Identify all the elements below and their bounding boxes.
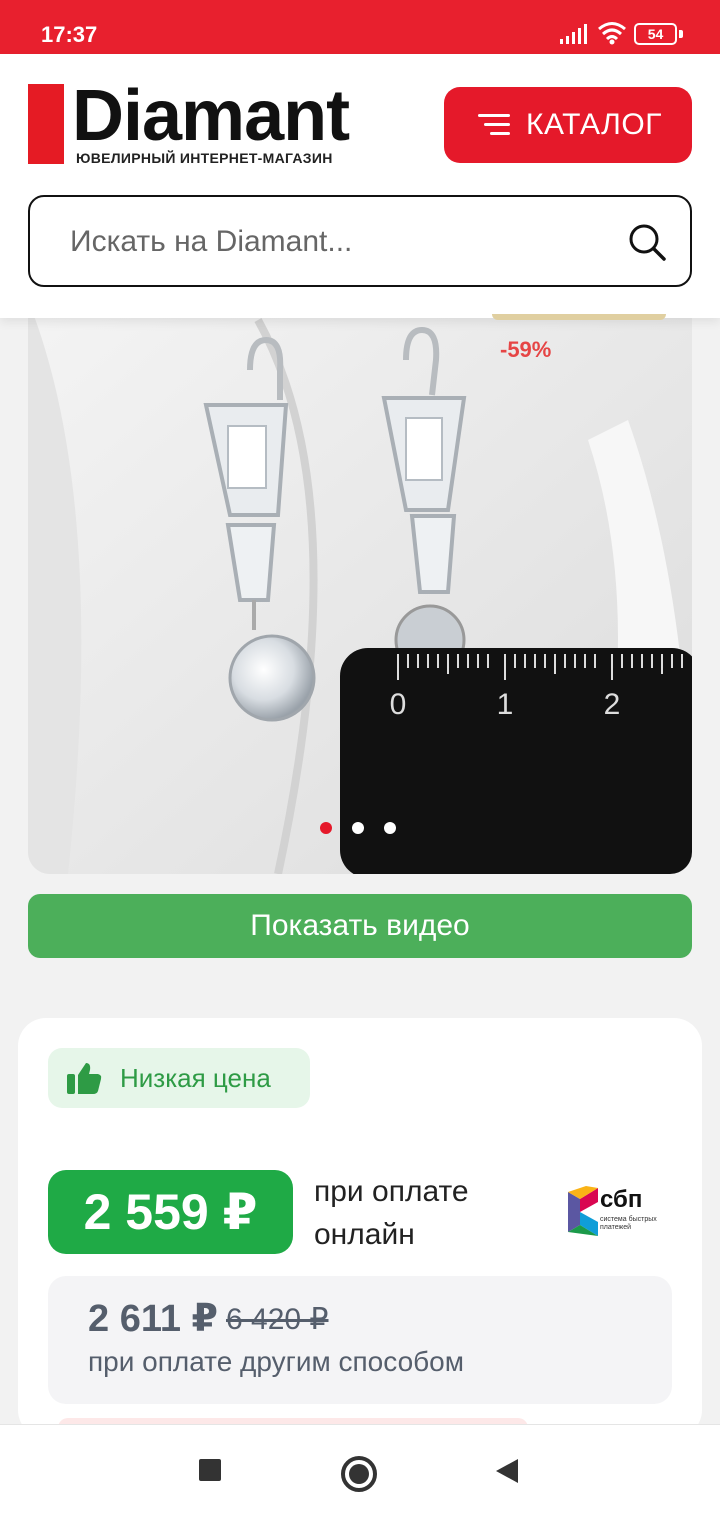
system-nav-bar	[0, 1424, 720, 1520]
catalog-button[interactable]: КАТАЛОГ	[444, 87, 692, 163]
discount-badge: -59%	[500, 337, 552, 362]
low-price-label: Низкая цена	[120, 1062, 271, 1093]
carousel-dot[interactable]	[352, 822, 364, 834]
low-price-badge: Низкая цена	[48, 1048, 310, 1108]
online-price-label: при оплате онлайн	[314, 1175, 469, 1251]
signal-icon	[560, 24, 587, 44]
sbp-logo: сбп система быстрых платежей	[566, 1184, 676, 1240]
site-header: Diamant ЮВЕЛИРНЫЙ ИНТЕРНЕТ-МАГАЗИН КАТАЛ…	[0, 54, 720, 318]
logo-word: Diamant	[72, 76, 350, 156]
discount-strip	[492, 314, 666, 320]
status-bar: 17:37 54	[0, 0, 720, 54]
back-button[interactable]	[496, 1459, 518, 1483]
other-price: 2 611 ₽	[88, 1298, 218, 1340]
logo-tagline: ЮВЕЛИРНЫЙ ИНТЕРНЕТ-МАГАЗИН	[76, 150, 333, 166]
catalog-label: КАТАЛОГ	[526, 108, 662, 141]
thumbs-up-icon	[67, 1063, 102, 1094]
wifi-icon	[598, 22, 626, 45]
menu-icon	[474, 112, 511, 138]
recent-apps-button[interactable]	[199, 1459, 221, 1481]
logo-red-bar	[28, 84, 64, 164]
ruler-mark-1: 1	[497, 688, 514, 721]
search-input[interactable]	[70, 217, 630, 267]
carousel-dots[interactable]	[320, 822, 396, 834]
online-price: 2 559 ₽	[48, 1170, 293, 1254]
carousel-dot[interactable]	[320, 822, 332, 834]
old-price: 6 420 ₽	[226, 1303, 329, 1336]
other-payment-box: 2 611 ₽ 6 420 ₽ при оплате другим способ…	[48, 1276, 672, 1404]
show-video-button[interactable]: Показать видео	[28, 894, 692, 958]
home-button[interactable]	[341, 1456, 377, 1492]
status-time: 17:37	[41, 22, 98, 47]
sbp-name: сбп	[600, 1186, 643, 1213]
search-icon[interactable]	[626, 221, 668, 263]
battery-icon: 54	[634, 23, 684, 45]
earrings-photo: 0 1 2	[28, 300, 692, 874]
other-payment-label: при оплате другим способом	[88, 1346, 465, 1377]
diamant-logo[interactable]: Diamant ЮВЕЛИРНЫЙ ИНТЕРНЕТ-МАГАЗИН	[28, 76, 368, 169]
carousel-dot[interactable]	[384, 822, 396, 834]
product-image[interactable]: 0 1 2	[28, 300, 692, 874]
sbp-caption: система быстрых платежей	[600, 1216, 657, 1231]
search-box[interactable]	[28, 195, 692, 287]
ruler-mark-2: 2	[604, 688, 621, 721]
sbp-icon	[568, 1186, 598, 1236]
price-card: Низкая цена 2 559 ₽ при оплате онлайн сб…	[18, 1018, 702, 1438]
ruler-mark-0: 0	[390, 688, 407, 721]
battery-level: 54	[647, 26, 664, 42]
